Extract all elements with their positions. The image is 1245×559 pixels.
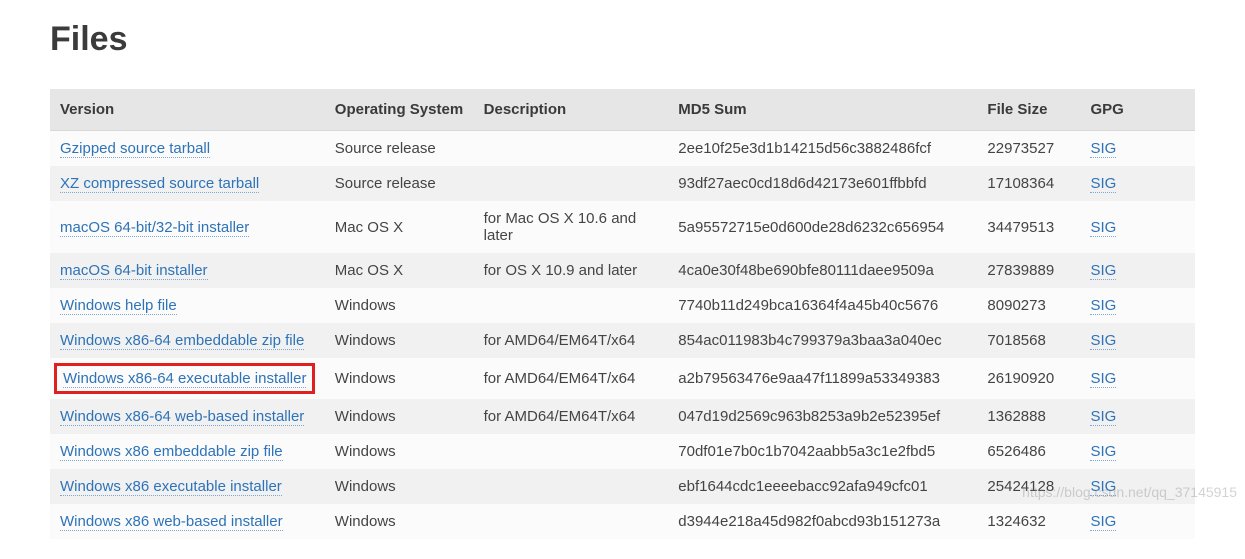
cell-os: Windows (325, 504, 474, 539)
download-link[interactable]: macOS 64-bit/32-bit installer (60, 219, 249, 237)
table-header-row: Version Operating System Description MD5… (50, 89, 1195, 131)
cell-desc: for AMD64/EM64T/x64 (474, 399, 669, 434)
sig-link[interactable]: SIG (1090, 408, 1116, 426)
download-link[interactable]: Windows x86 web-based installer (60, 513, 283, 531)
cell-size: 27839889 (977, 253, 1080, 288)
cell-size: 1324632 (977, 504, 1080, 539)
col-md5: MD5 Sum (668, 89, 977, 131)
cell-md5: 93df27aec0cd18d6d42173e601ffbbfd (668, 166, 977, 201)
cell-desc (474, 434, 669, 469)
sig-link[interactable]: SIG (1090, 140, 1116, 158)
cell-size: 22973527 (977, 131, 1080, 167)
col-os: Operating System (325, 89, 474, 131)
cell-md5: d3944e218a45d982f0abcd93b151273a (668, 504, 977, 539)
cell-md5: 7740b11d249bca16364f4a45b40c5676 (668, 288, 977, 323)
sig-link[interactable]: SIG (1090, 332, 1116, 350)
download-link[interactable]: Windows x86-64 web-based installer (60, 408, 304, 426)
sig-link[interactable]: SIG (1090, 297, 1116, 315)
cell-os: Windows (325, 358, 474, 399)
sig-link[interactable]: SIG (1090, 262, 1116, 280)
table-row: Windows x86-64 embeddable zip file Window… (50, 323, 1195, 358)
cell-size: 26190920 (977, 358, 1080, 399)
table-row: Windows x86-64 executable installer Windo… (50, 358, 1195, 399)
table-row: Windows x86 executable installer Windows e… (50, 469, 1195, 504)
sig-link[interactable]: SIG (1090, 219, 1116, 237)
cell-os: Windows (325, 399, 474, 434)
cell-md5: 70df01e7b0c1b7042aabb5a3c1e2fbd5 (668, 434, 977, 469)
table-row: XZ compressed source tarball Source relea… (50, 166, 1195, 201)
cell-md5: a2b79563476e9aa47f11899a53349383 (668, 358, 977, 399)
cell-desc: for OS X 10.9 and later (474, 253, 669, 288)
table-row: Windows x86-64 web-based installer Window… (50, 399, 1195, 434)
cell-size: 6526486 (977, 434, 1080, 469)
download-link[interactable]: Windows x86-64 embeddable zip file (60, 332, 304, 350)
sig-link[interactable]: SIG (1090, 443, 1116, 461)
cell-os: Source release (325, 131, 474, 167)
cell-md5: 2ee10f25e3d1b14215d56c3882486fcf (668, 131, 977, 167)
download-link[interactable]: Windows x86 embeddable zip file (60, 443, 283, 461)
download-link[interactable]: Gzipped source tarball (60, 140, 210, 158)
cell-md5: 4ca0e30f48be690bfe80111daee9509a (668, 253, 977, 288)
cell-size: 7018568 (977, 323, 1080, 358)
cell-desc (474, 288, 669, 323)
cell-size: 17108364 (977, 166, 1080, 201)
cell-md5: 854ac011983b4c799379a3baa3a040ec (668, 323, 977, 358)
table-row: Windows x86 embeddable zip file Windows 70… (50, 434, 1195, 469)
col-desc: Description (474, 89, 669, 131)
cell-os: Windows (325, 288, 474, 323)
cell-desc: for AMD64/EM64T/x64 (474, 358, 669, 399)
download-link[interactable]: XZ compressed source tarball (60, 175, 259, 193)
cell-size: 34479513 (977, 201, 1080, 253)
cell-os: Windows (325, 434, 474, 469)
cell-size: 25424128 (977, 469, 1080, 504)
cell-desc (474, 166, 669, 201)
cell-md5: 047d19d2569c963b8253a9b2e52395ef (668, 399, 977, 434)
table-row: macOS 64-bit installer Mac OS Xfor OS X 1… (50, 253, 1195, 288)
download-link[interactable]: Windows x86 executable installer (60, 478, 282, 496)
sig-link[interactable]: SIG (1090, 370, 1116, 388)
download-link[interactable]: Windows x86-64 executable installer (63, 370, 306, 388)
cell-md5: ebf1644cdc1eeeebacc92afa949cfc01 (668, 469, 977, 504)
cell-os: Windows (325, 323, 474, 358)
sig-link[interactable]: SIG (1090, 513, 1116, 531)
col-gpg: GPG (1080, 89, 1195, 131)
sig-link[interactable]: SIG (1090, 175, 1116, 193)
files-table: Version Operating System Description MD5… (50, 89, 1195, 539)
col-version: Version (50, 89, 325, 131)
download-link[interactable]: macOS 64-bit installer (60, 262, 208, 280)
table-row: Windows help file Windows 7740b11d249bca16… (50, 288, 1195, 323)
page-title: Files (50, 20, 1195, 59)
download-link[interactable]: Windows help file (60, 297, 177, 315)
cell-os: Source release (325, 166, 474, 201)
cell-size: 1362888 (977, 399, 1080, 434)
cell-desc (474, 504, 669, 539)
highlight-box: Windows x86-64 executable installer (54, 363, 315, 394)
cell-desc: for Mac OS X 10.6 and later (474, 201, 669, 253)
cell-md5: 5a95572715e0d600de28d6232c656954 (668, 201, 977, 253)
cell-desc (474, 131, 669, 167)
cell-os: Mac OS X (325, 201, 474, 253)
table-row: Windows x86 web-based installer Windows d3… (50, 504, 1195, 539)
cell-size: 8090273 (977, 288, 1080, 323)
sig-link[interactable]: SIG (1090, 478, 1116, 496)
table-row: macOS 64-bit/32-bit installer Mac OS Xfor… (50, 201, 1195, 253)
col-size: File Size (977, 89, 1080, 131)
table-row: Gzipped source tarball Source release 2ee1… (50, 131, 1195, 167)
cell-desc (474, 469, 669, 504)
cell-os: Mac OS X (325, 253, 474, 288)
cell-os: Windows (325, 469, 474, 504)
cell-desc: for AMD64/EM64T/x64 (474, 323, 669, 358)
